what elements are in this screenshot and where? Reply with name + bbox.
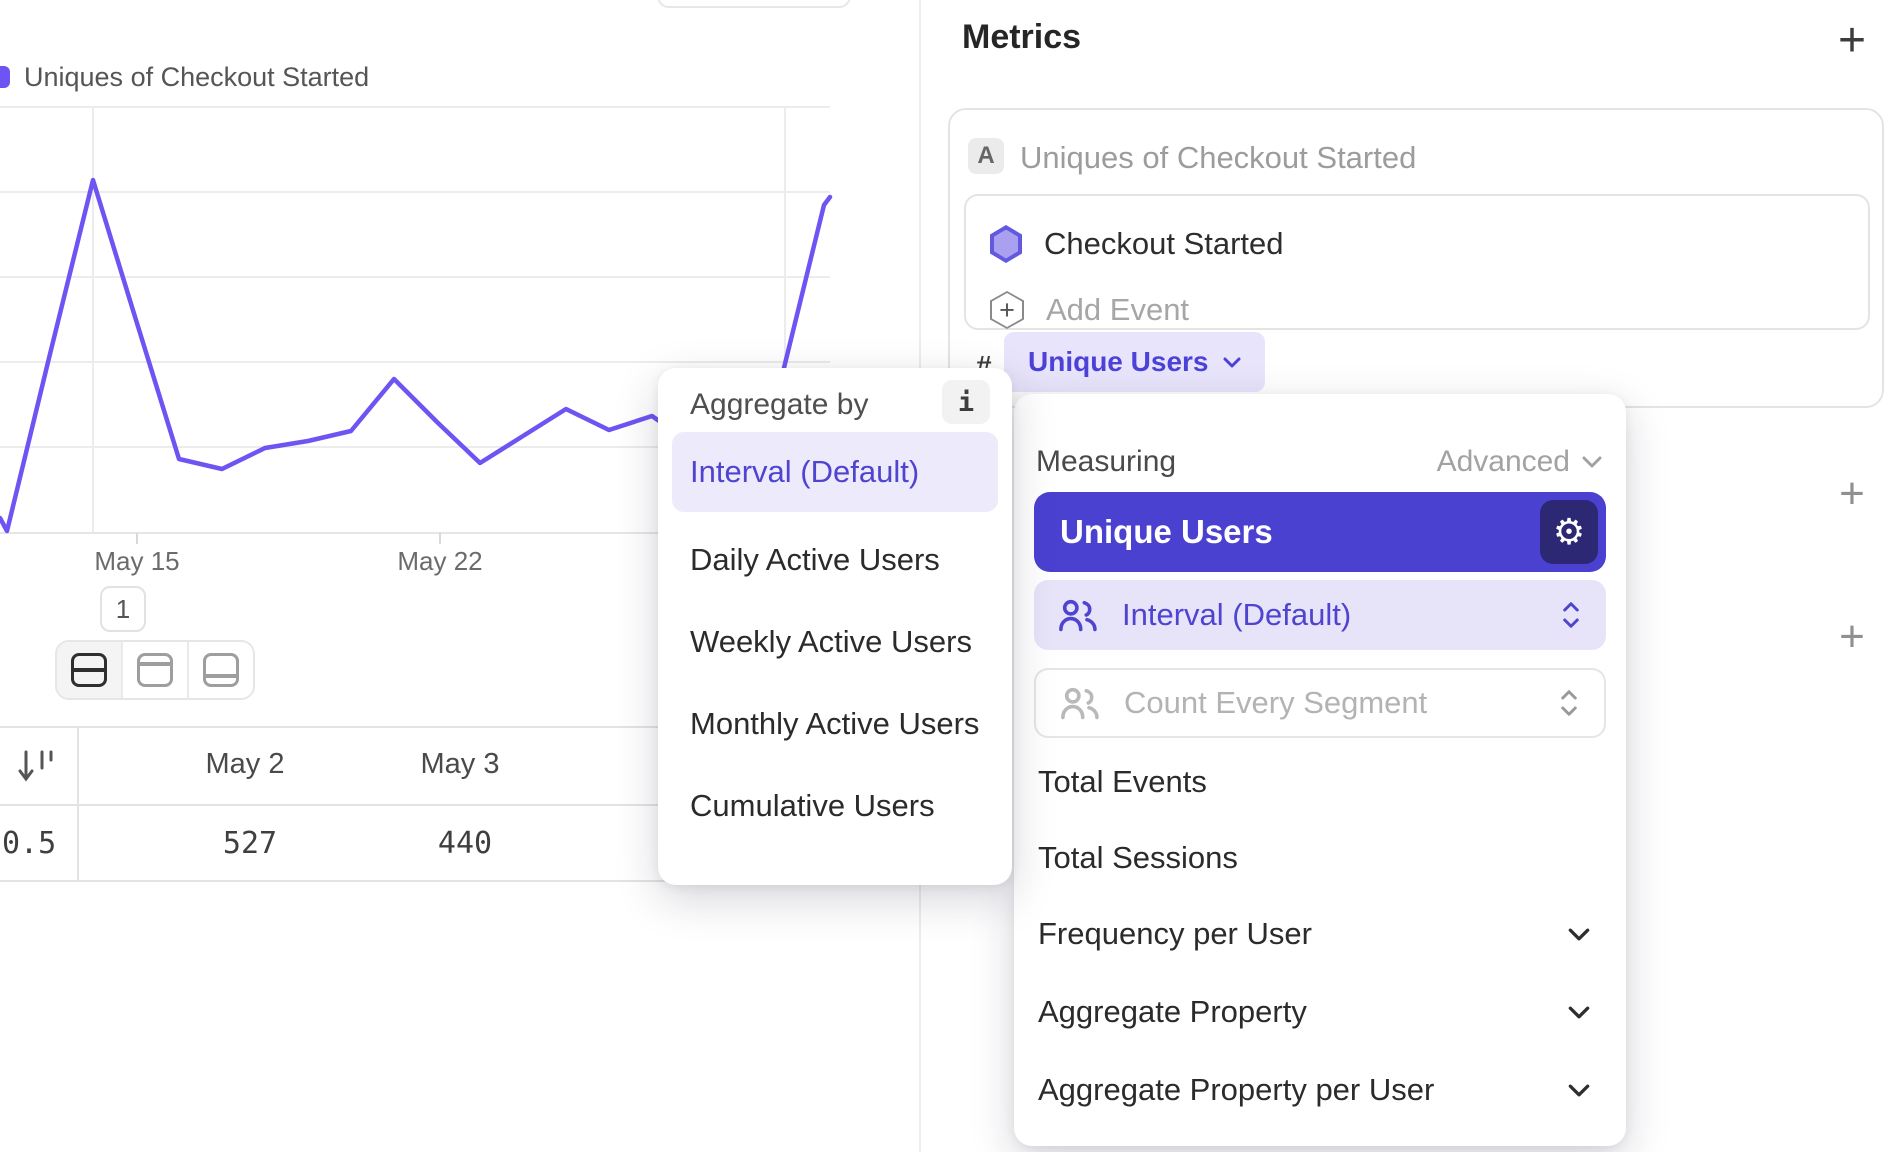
layout-toggle-group [55,640,255,700]
layout-table-top-button[interactable] [123,642,189,698]
table-top-icon [137,653,173,687]
interval-option-label: Interval (Default) [1122,597,1351,633]
aggregate-option-daily-active-users[interactable]: Daily Active Users [672,529,998,591]
chevron-down-icon [1568,928,1590,941]
x-axis-label-may22: May 22 [370,546,510,577]
measure-chip-label: Unique Users [1028,346,1209,378]
table-cell-clipped: 0.5 [2,826,56,861]
metrics-panel-title: Metrics [962,18,1081,57]
aggregate-option-interval-selected[interactable]: Interval (Default) [672,432,998,512]
layout-table-bottom-button[interactable] [189,642,253,698]
advanced-label: Advanced [1437,445,1570,479]
chart-legend[interactable]: Uniques of Checkout Started [0,62,369,92]
table-cell-may3: 440 [365,826,565,861]
measure-option-aggregate-property[interactable]: Aggregate Property [1038,983,1590,1041]
add-event-icon: + [990,291,1024,329]
chevron-down-icon [1568,1084,1590,1097]
table-cell-may2: 527 [150,826,350,861]
advanced-toggle[interactable]: Advanced [1437,445,1602,479]
unfold-chevrons-icon [1558,688,1580,718]
measure-option-total-sessions[interactable]: Total Sessions [1038,829,1590,887]
table-header-may3[interactable]: May 3 [360,748,560,781]
gear-icon[interactable]: ⚙ [1540,500,1598,564]
sort-icon[interactable] [16,744,60,788]
measuring-dropdown-panel: Measuring Advanced Unique Users ⚙ I [1014,394,1626,1146]
measure-option-total-events[interactable]: Total Events [1038,753,1590,811]
aggregate-option-monthly-active-users[interactable]: Monthly Active Users [672,693,998,755]
measure-option-frequency-per-user[interactable]: Frequency per User [1038,905,1590,963]
series-count-badge[interactable]: 1 [100,586,146,632]
aggregate-by-title: Aggregate by [690,388,868,422]
interval-select[interactable]: Interval (Default) [1034,580,1606,650]
measuring-title: Measuring [1036,445,1176,479]
event-hexagon-icon [990,225,1022,263]
segment-option-label: Count Every Segment [1124,685,1427,721]
layout-split-button[interactable] [57,642,123,698]
partial-toolbar-box[interactable] [657,0,851,8]
split-horizontal-icon [71,653,107,687]
add-filter-button[interactable]: + [1822,464,1882,524]
legend-swatch-icon [0,66,10,88]
aggregate-by-dropdown-panel: Aggregate by i Interval (Default) Daily … [658,368,1012,885]
metric-card: A Uniques of Checkout Started Checkout S… [948,108,1884,408]
table-bottom-icon [203,653,239,687]
count-every-segment-select[interactable]: Count Every Segment [1034,668,1606,738]
measure-selected-label: Unique Users [1060,513,1273,551]
x-axis-label-may15: May 15 [67,546,207,577]
users-icon-gray [1058,685,1102,721]
chevron-down-icon [1582,456,1602,468]
metric-letter-badge: A [968,138,1004,174]
metric-name[interactable]: Uniques of Checkout Started [1020,140,1416,176]
aggregate-option-cumulative-users[interactable]: Cumulative Users [672,775,998,837]
users-icon [1056,597,1100,633]
measure-chip-button[interactable]: Unique Users [1004,332,1265,392]
aggregate-option-weekly-active-users[interactable]: Weekly Active Users [672,611,998,673]
measure-option-aggregate-property-per-user[interactable]: Aggregate Property per User [1038,1061,1590,1119]
chevron-down-icon [1568,1006,1590,1019]
unfold-chevrons-icon [1560,600,1582,630]
event-name[interactable]: Checkout Started [1044,226,1284,262]
event-card: Checkout Started + Add Event [964,194,1870,330]
add-event-button[interactable]: Add Event [1046,292,1189,328]
table-header-may2[interactable]: May 2 [145,748,345,781]
legend-label: Uniques of Checkout Started [24,62,369,93]
add-metric-button[interactable]: + [1822,10,1882,70]
info-icon[interactable]: i [942,380,990,424]
add-breakdown-button[interactable]: + [1822,607,1882,667]
chevron-down-icon [1223,357,1241,368]
measure-unique-users-selected[interactable]: Unique Users ⚙ [1034,492,1606,572]
